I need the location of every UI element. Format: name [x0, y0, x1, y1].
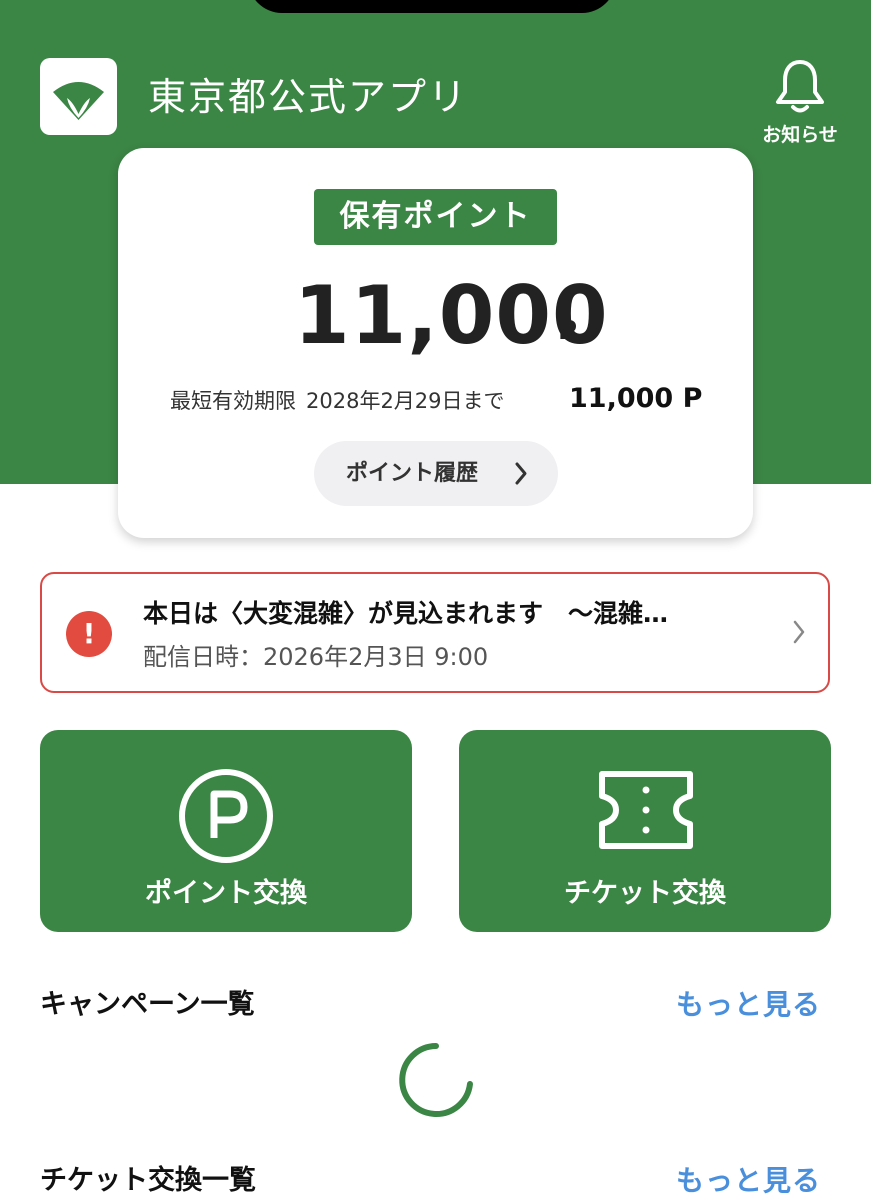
expiry-info: 最短有効期限 2028年2月29日まで	[170, 386, 505, 416]
notification-button[interactable]: お知らせ	[752, 58, 848, 154]
bell-icon	[776, 60, 824, 113]
notification-label: お知らせ	[762, 124, 838, 146]
ginkgo-logo-icon	[53, 82, 104, 120]
loading-spinner-icon	[399, 1043, 473, 1117]
points-unit: P	[558, 316, 578, 346]
exclamation-icon: !	[66, 611, 112, 657]
ticket-exchange-label: チケット交換	[564, 878, 726, 909]
app-logo	[40, 58, 117, 135]
point-exchange-label: ポイント交換	[145, 878, 307, 909]
chevron-right-icon	[792, 618, 806, 650]
expiry-date: 2028年2月29日まで	[306, 389, 505, 413]
points-badge: 保有ポイント	[314, 189, 557, 245]
alert-date: 配信日時：2026年2月3日 9:00	[143, 643, 489, 671]
ticket-list-title: チケット交換一覧	[40, 1165, 256, 1196]
point-circle-icon	[179, 769, 273, 863]
point-history-button[interactable]: ポイント履歴	[314, 441, 558, 506]
alert-title: 本日は〈大変混雑〉が見込まれます ～混雑…	[143, 599, 669, 628]
point-exchange-button[interactable]: ポイント交換	[40, 730, 412, 932]
ticket-more-link[interactable]: もっと見る	[676, 1163, 821, 1199]
congestion-alert[interactable]: ! 本日は〈大変混雑〉が見込まれます ～混雑… 配信日時：2026年2月3日 9…	[40, 572, 830, 693]
point-history-label: ポイント履歴	[346, 461, 479, 486]
expiry-amount: 11,000 P	[569, 383, 703, 414]
chevron-right-icon	[514, 441, 528, 532]
app-title: 東京都公式アプリ	[148, 75, 469, 119]
campaign-more-link[interactable]: もっと見る	[676, 987, 821, 1023]
expiry-label: 最短有効期限	[170, 389, 296, 413]
points-card: 保有ポイント 11,000 P 最短有効期限 2028年2月29日まで 11,00…	[118, 148, 753, 538]
device-notch	[248, 0, 616, 13]
campaign-list-title: キャンペーン一覧	[40, 989, 255, 1020]
ticket-exchange-button[interactable]: チケット交換	[459, 730, 831, 932]
ticket-icon	[599, 771, 693, 849]
